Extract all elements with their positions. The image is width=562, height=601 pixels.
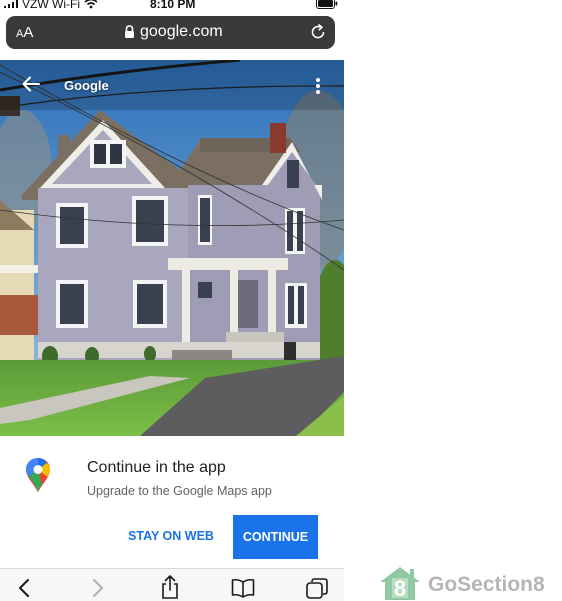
- carrier-label: VZW Wi-Fi: [22, 0, 80, 11]
- prompt-subtitle: Upgrade to the Google Maps app: [87, 484, 272, 498]
- back-icon[interactable]: [18, 578, 30, 598]
- house-logo-icon: 8: [380, 567, 420, 601]
- wifi-icon: [84, 0, 98, 9]
- house-photo: [0, 60, 344, 436]
- battery-icon: [316, 0, 338, 9]
- browser-toolbar: [0, 568, 344, 601]
- more-vert-icon[interactable]: [315, 77, 321, 95]
- logo-digit: 8: [394, 576, 406, 601]
- reload-icon[interactable]: [309, 23, 327, 41]
- gosection8-watermark: 8 GoSection8: [378, 566, 562, 601]
- photo-title: Google: [64, 78, 109, 93]
- lock-icon: [125, 25, 134, 38]
- forward-icon[interactable]: [92, 578, 104, 598]
- tabs-icon[interactable]: [306, 578, 328, 600]
- prompt-title: Continue in the app: [87, 459, 226, 476]
- street-view-image[interactable]: Google: [0, 60, 344, 436]
- open-in-app-prompt: Continue in the app Upgrade to the Googl…: [0, 436, 344, 568]
- bookmarks-icon[interactable]: [231, 578, 255, 598]
- text-size-big-label: A: [23, 24, 34, 41]
- share-icon[interactable]: [160, 575, 180, 599]
- stay-on-web-button[interactable]: STAY ON WEB: [121, 522, 221, 550]
- watermark-text: GoSection8: [428, 573, 545, 596]
- back-arrow-icon[interactable]: [22, 76, 40, 92]
- url-text[interactable]: google.com: [140, 23, 223, 41]
- address-bar[interactable]: AA google.com: [6, 16, 335, 49]
- google-maps-icon: [26, 458, 50, 492]
- phone-screen: VZW Wi-Fi 8:10 PM AA google.com Google C…: [0, 0, 344, 601]
- status-bar: VZW Wi-Fi 8:10 PM: [0, 0, 344, 12]
- status-time: 8:10 PM: [150, 0, 196, 11]
- text-size-button[interactable]: AA: [16, 24, 33, 41]
- signal-icon: [4, 0, 18, 8]
- continue-button[interactable]: CONTINUE: [233, 515, 318, 559]
